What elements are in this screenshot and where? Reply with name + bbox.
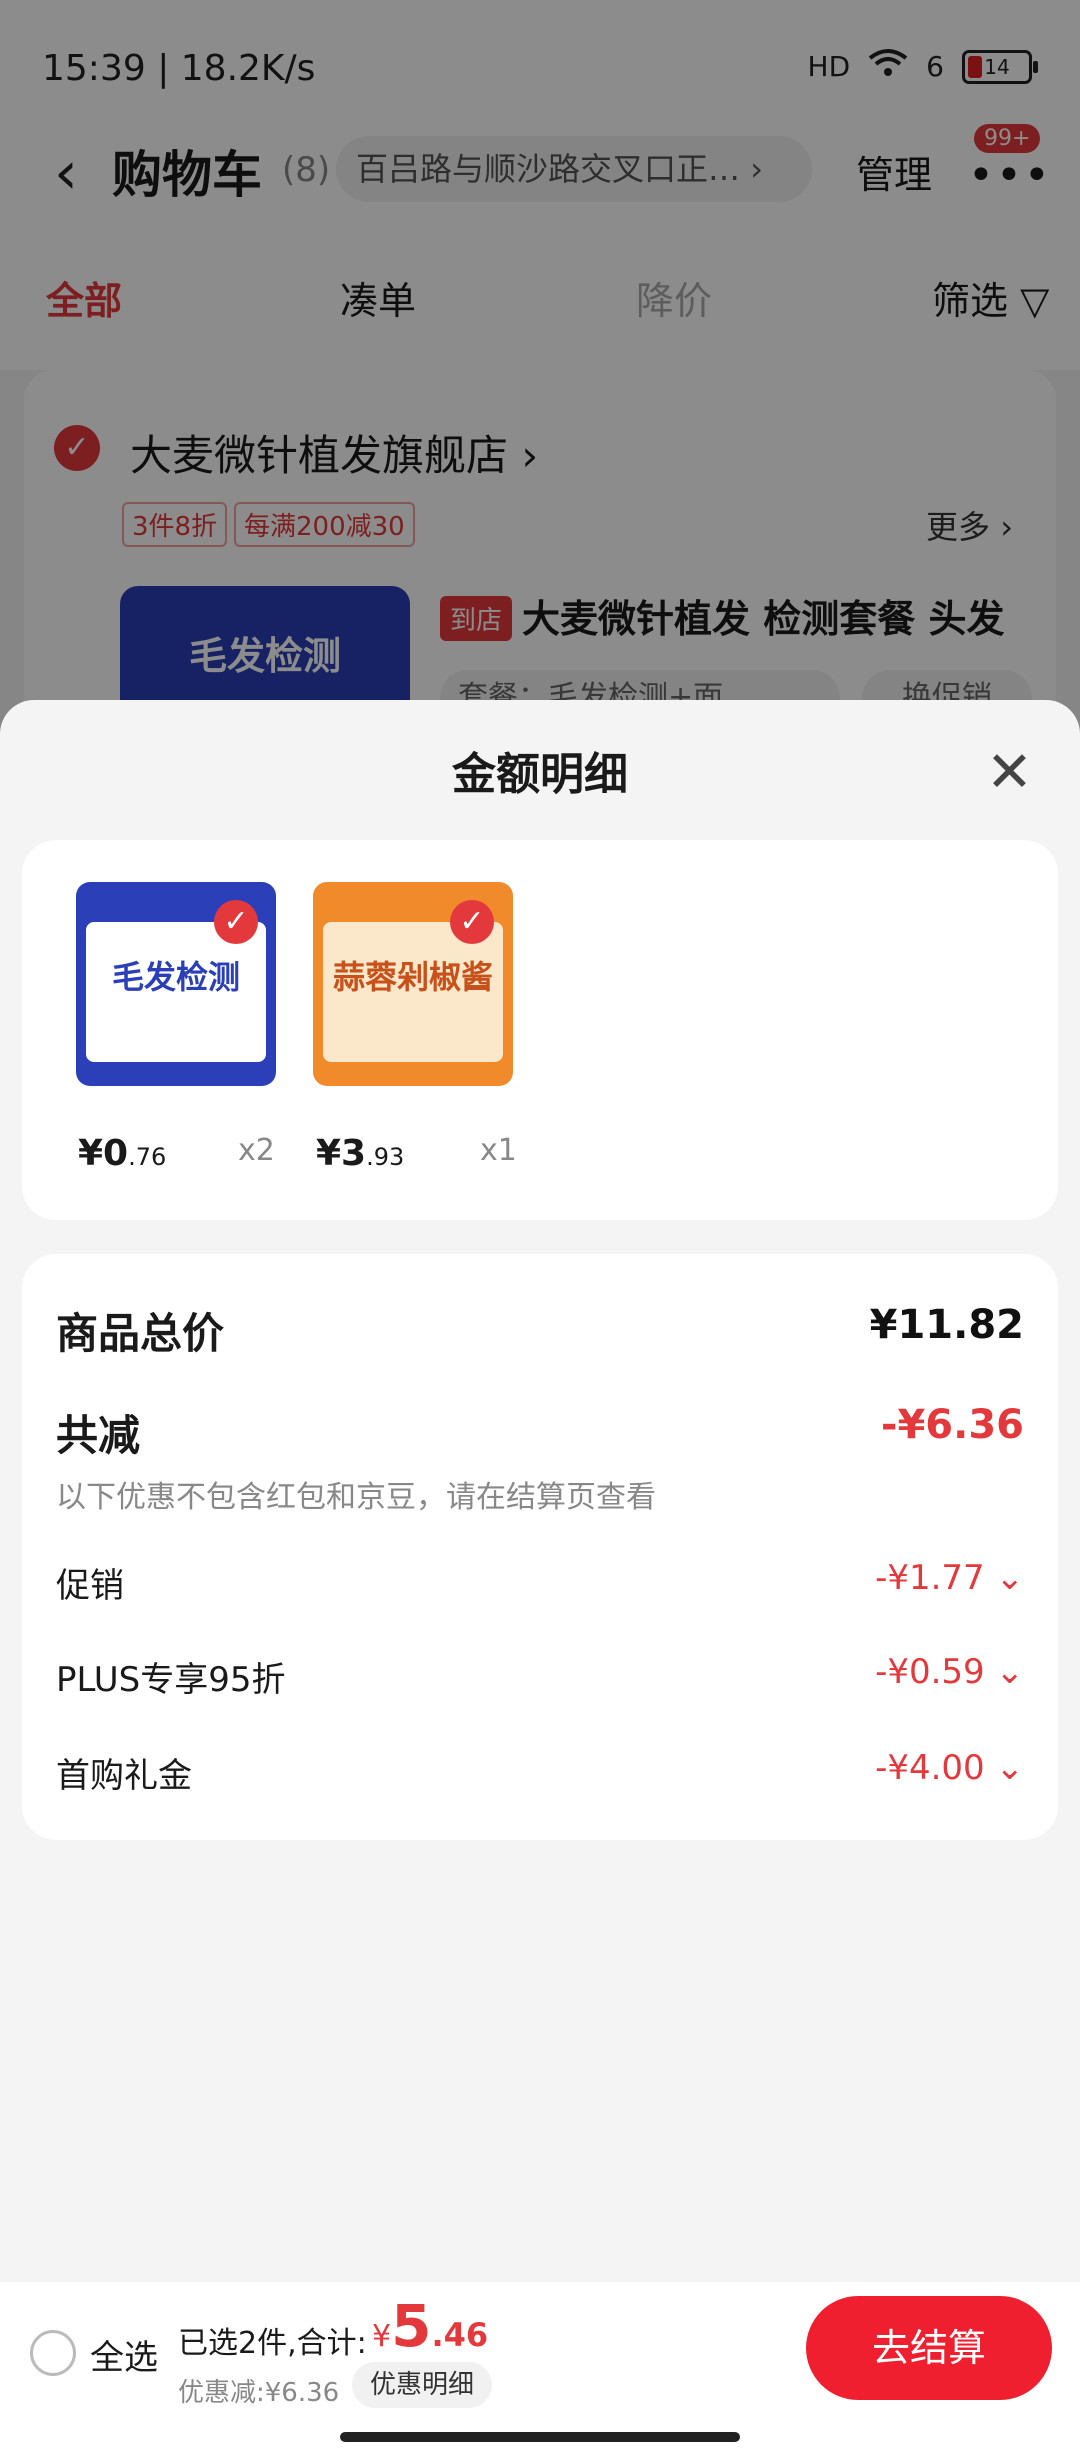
total-label: 商品总价: [56, 1309, 225, 1358]
select-all-label[interactable]: 全选: [90, 2330, 158, 2379]
price-int: 5: [391, 2292, 432, 2360]
plus-row-label: PLUS专享95折: [56, 1660, 286, 1700]
promo-row-value[interactable]: -¥1.77 ⌄: [875, 1558, 1024, 1598]
total-value: ¥11.82: [869, 1302, 1024, 1348]
discount-detail-button[interactable]: 优惠明细: [352, 2362, 492, 2408]
checkout-button[interactable]: 去结算: [806, 2296, 1052, 2400]
price-dec: .46: [431, 2316, 489, 2354]
sheet-title: 金额明细: [452, 749, 628, 800]
chevron-down-icon: ⌄: [995, 1748, 1025, 1788]
home-indicator[interactable]: [340, 2432, 740, 2442]
promo-row-label: 促销: [56, 1566, 124, 1606]
reduce-value: -¥6.36: [880, 1402, 1024, 1448]
item-price-dec: .93: [366, 1143, 405, 1171]
plus-row-value[interactable]: -¥0.59 ⌄: [875, 1652, 1024, 1692]
currency-symbol: ¥: [372, 2319, 392, 2354]
total-price: ¥5.46: [372, 2292, 488, 2360]
reduce-label: 共减: [56, 1411, 141, 1460]
gift-row-value[interactable]: -¥4.00 ⌄: [875, 1748, 1024, 1788]
plus-row-amount: -¥0.59: [875, 1652, 985, 1692]
item-price-dec: .76: [128, 1143, 167, 1171]
chevron-down-icon: ⌄: [995, 1652, 1025, 1692]
close-icon[interactable]: ✕: [986, 740, 1033, 805]
gift-row-amount: -¥4.00: [875, 1748, 985, 1788]
item-qty: x1: [480, 1133, 517, 1168]
item-price-int: ¥0: [78, 1133, 129, 1174]
item-price-int: ¥3: [316, 1133, 367, 1174]
item-price: ¥0.76: [78, 1133, 166, 1174]
gift-row-label: 首购礼金: [56, 1756, 192, 1796]
chevron-down-icon: ⌄: [995, 1558, 1025, 1598]
promo-row-amount: -¥1.77: [875, 1558, 985, 1598]
check-icon: ✓: [214, 900, 258, 944]
item-price: ¥3.93: [316, 1133, 404, 1174]
discount-note: 以下优惠不包含红包和京豆，请在结算页查看: [56, 1480, 656, 1515]
discount-summary: 优惠减:¥6.36: [178, 2378, 340, 2408]
select-all-radio[interactable]: [30, 2330, 76, 2376]
selected-summary: 已选2件,合计:: [178, 2326, 367, 2361]
item-qty: x2: [238, 1133, 275, 1168]
check-icon: ✓: [450, 900, 494, 944]
